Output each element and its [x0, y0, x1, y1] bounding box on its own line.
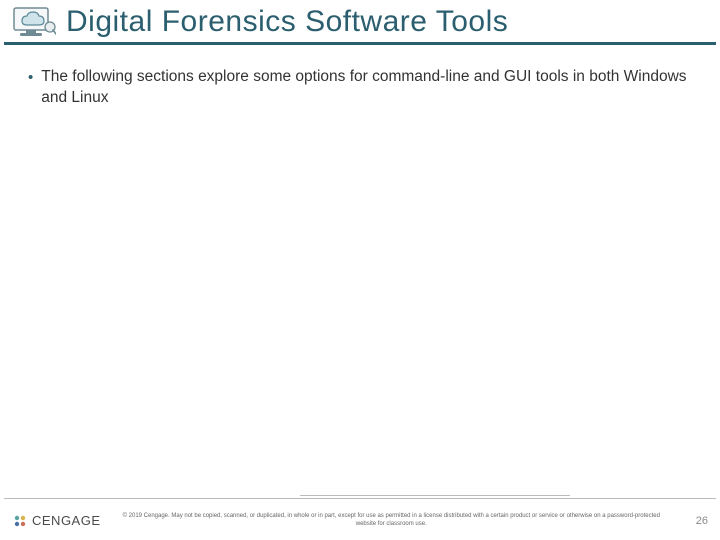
footer-legal-text: © 2019 Cengage. May not be copied, scann… [101, 513, 682, 527]
page-number: 26 [682, 515, 708, 527]
footer-brand: CENGAGE [12, 513, 101, 529]
slide: Digital Forensics Software Tools • The f… [0, 0, 720, 540]
slide-body: • The following sections explore some op… [0, 45, 720, 494]
slide-header: Digital Forensics Software Tools [4, 0, 716, 45]
slide-title: Digital Forensics Software Tools [66, 5, 508, 42]
bullet-marker: • [28, 67, 33, 88]
bullet-item: • The following sections explore some op… [28, 67, 692, 109]
slide-footer: CENGAGE © 2019 Cengage. May not be copie… [4, 498, 716, 540]
cloud-monitor-icon [12, 4, 56, 42]
cengage-logo-icon [12, 513, 28, 529]
divider-scribble [300, 494, 570, 498]
bullet-text: The following sections explore some opti… [41, 67, 692, 109]
footer-brand-text: CENGAGE [32, 513, 101, 528]
